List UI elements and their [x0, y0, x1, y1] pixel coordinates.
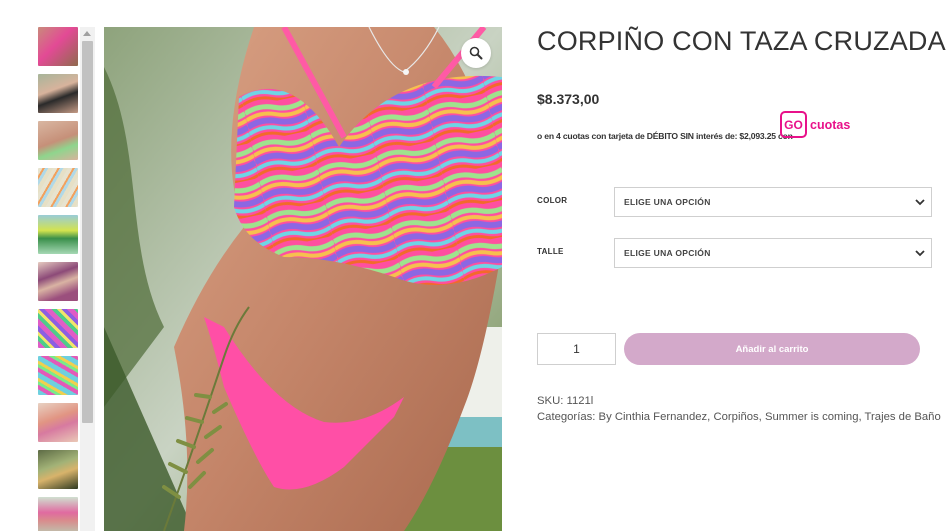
thumbnail-3[interactable]: [38, 121, 78, 160]
gocuotas-logo: GO cuotas: [780, 111, 850, 138]
categories-links[interactable]: By Cinthia Fernandez, Corpiños, Summer i…: [599, 411, 941, 423]
categories-label: Categorías:: [537, 411, 596, 423]
scrollbar-thumb[interactable]: [82, 41, 93, 423]
chevron-down-icon: [915, 250, 925, 257]
chevron-down-icon: [915, 199, 925, 206]
thumbnail-6[interactable]: [38, 262, 78, 301]
product-title: CORPIÑO CON TAZA CRUZADA: [537, 26, 946, 56]
gocuotas-text: cuotas: [810, 117, 851, 132]
thumbnail-8[interactable]: [38, 356, 78, 395]
quantity-input[interactable]: 1: [537, 333, 616, 365]
thumbnail-10[interactable]: [38, 450, 78, 489]
variation-label-talle: TALLE: [537, 247, 564, 256]
thumbnail-2[interactable]: [38, 74, 78, 113]
thumbnail-5[interactable]: [38, 215, 78, 254]
sku-value: 1121l: [566, 395, 594, 407]
main-product-image[interactable]: [104, 27, 502, 531]
thumbnail-7[interactable]: [38, 309, 78, 348]
add-to-cart-button[interactable]: Añadir al carrito: [624, 333, 920, 365]
installments-text: o en 4 cuotas con tarjeta de DÉBITO SIN …: [537, 131, 793, 141]
categories-line: Categorías: By Cinthia Fernandez, Corpiñ…: [537, 411, 941, 423]
thumbnail-scrollbar[interactable]: [80, 27, 95, 531]
thumbnail-11[interactable]: [38, 497, 78, 531]
product-price: $8.373,00: [537, 91, 600, 107]
scroll-up-arrow-icon[interactable]: [83, 31, 91, 36]
color-select-value: ELIGE UNA OPCIÓN: [624, 197, 711, 207]
zoom-button[interactable]: [461, 38, 491, 68]
thumbnail-1[interactable]: [38, 27, 78, 66]
thumbnail-9[interactable]: [38, 403, 78, 442]
magnifier-icon: [469, 46, 483, 60]
color-select[interactable]: ELIGE UNA OPCIÓN: [614, 187, 932, 217]
sku-label: SKU:: [537, 395, 564, 407]
talle-select[interactable]: ELIGE UNA OPCIÓN: [614, 238, 932, 268]
gocuotas-mark: GO: [780, 111, 807, 138]
product-photo: [104, 27, 502, 531]
thumbnail-strip: [38, 27, 82, 531]
sku-line: SKU: 1121l: [537, 395, 593, 407]
variation-label-color: COLOR: [537, 196, 568, 205]
talle-select-value: ELIGE UNA OPCIÓN: [624, 248, 711, 258]
thumbnail-4[interactable]: [38, 168, 78, 207]
